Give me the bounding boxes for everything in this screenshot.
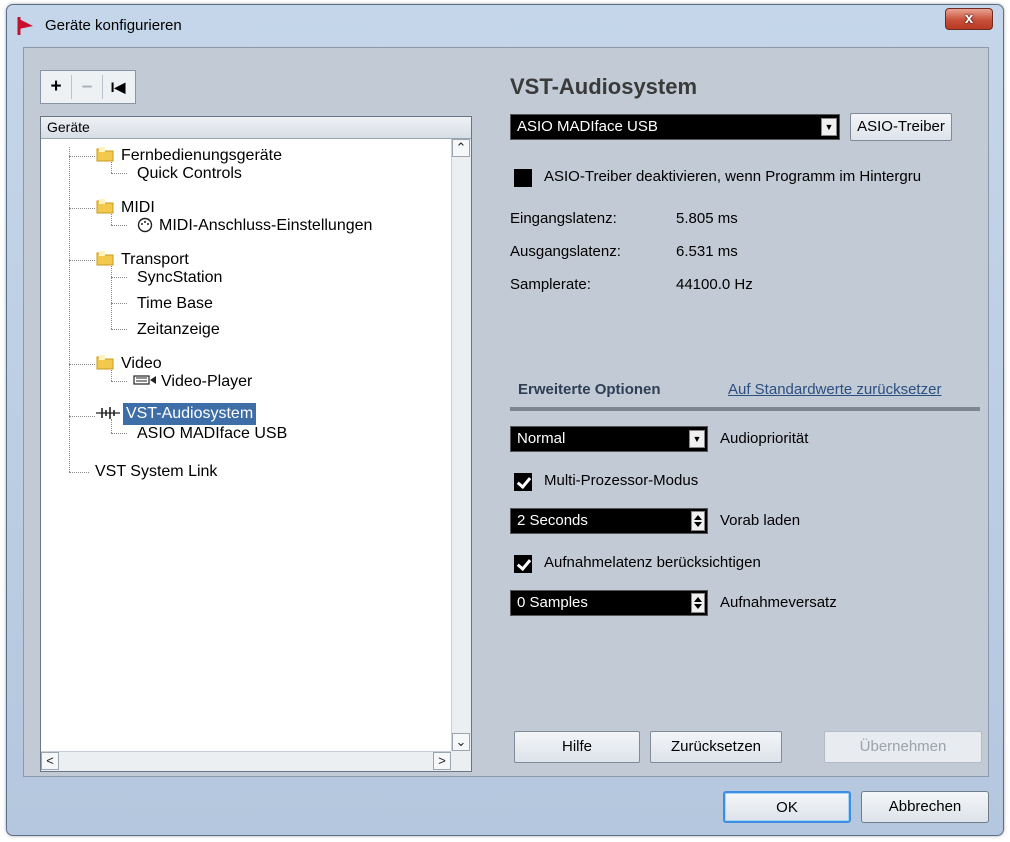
preload-value: 2 Seconds xyxy=(517,512,588,529)
tree-item-label: ASIO MADIface USB xyxy=(137,425,288,442)
dialog-content: + – I◀ Geräte Fernbedienungsgeräte Quick… xyxy=(23,47,989,777)
record-offset-label: Aufnahmeversatz xyxy=(720,594,837,611)
close-button[interactable]: x xyxy=(945,8,993,30)
audio-priority-select[interactable]: Normal ▼ xyxy=(510,426,708,452)
tree-connector xyxy=(111,329,127,330)
folder-icon xyxy=(96,355,114,370)
add-device-button[interactable]: + xyxy=(41,71,71,103)
preload-label: Vorab laden xyxy=(720,512,801,529)
chevron-down-icon: ▼ xyxy=(689,430,705,448)
help-button[interactable]: Hilfe xyxy=(514,731,640,763)
asio-driver-button[interactable]: ASIO-Treiber xyxy=(850,113,952,141)
panel-title: VST-Audiosystem xyxy=(510,74,698,99)
tree-item-video-player[interactable]: Video-Player xyxy=(133,371,252,393)
tree-item-syncstation[interactable]: SyncStation xyxy=(137,267,222,289)
tree-item-label: Time Base xyxy=(137,295,213,312)
output-latency-label: Ausgangslatenz: xyxy=(510,243,621,260)
tree-connector xyxy=(111,173,127,174)
tree-item-label: SyncStation xyxy=(137,269,223,286)
apply-button[interactable]: Übernehmen xyxy=(824,731,982,763)
spinner-arrows-icon[interactable] xyxy=(691,593,705,613)
cancel-button[interactable]: Abbrechen xyxy=(861,791,989,823)
tree-item-label: MIDI-Anschluss-Einstellungen xyxy=(159,217,373,234)
multiprocessor-label: Multi-Prozessor-Modus xyxy=(544,472,699,489)
asio-driver-value: ASIO MADIface USB xyxy=(517,118,658,135)
device-tree: Fernbedienungsgeräte Quick Controls MIDI… xyxy=(41,139,451,751)
tree-connector xyxy=(111,263,112,329)
tree-connector xyxy=(69,208,95,209)
window-title: Geräte konfigurieren xyxy=(45,17,182,34)
preload-spinner[interactable]: 2 Seconds xyxy=(510,508,708,534)
deactivate-driver-checkbox[interactable] xyxy=(514,169,532,187)
tree-connector xyxy=(111,433,127,434)
remove-device-button[interactable]: – xyxy=(72,71,102,103)
input-latency-value: 5.805 ms xyxy=(676,210,738,227)
tree-connector xyxy=(69,147,70,472)
audio-priority-label: Audiopriorität xyxy=(720,430,809,447)
tree-connector xyxy=(111,303,127,304)
tree-column-header[interactable]: Geräte xyxy=(41,117,471,139)
tree-item-label: Video-Player xyxy=(161,373,253,390)
audio-priority-value: Normal xyxy=(517,430,566,447)
folder-icon xyxy=(96,251,114,266)
title-bar: Geräte konfigurieren x xyxy=(7,5,1003,47)
midi-port-icon xyxy=(137,217,153,233)
tree-item-label: VST-Audiosystem xyxy=(123,403,257,425)
ok-button[interactable]: OK xyxy=(723,791,851,823)
record-offset-spinner[interactable]: 0 Samples xyxy=(510,590,708,616)
samplerate-value: 44100.0 Hz xyxy=(676,276,753,293)
app-logo-icon xyxy=(17,17,33,35)
tree-connector xyxy=(111,381,127,382)
tree-horizontal-scrollbar[interactable]: < > xyxy=(41,751,451,771)
reset-defaults-link[interactable]: Auf Standardwerte zurücksetzer xyxy=(728,381,941,398)
tree-vertical-scrollbar[interactable]: ⌃ ⌄ xyxy=(451,139,471,751)
audio-icon xyxy=(96,407,120,419)
tree-item-vst-system-link[interactable]: VST System Link xyxy=(95,461,217,483)
device-tree-panel: Geräte Fernbedienungsgeräte Quick Contro… xyxy=(40,116,472,772)
tree-connector xyxy=(111,277,127,278)
tree-connector xyxy=(111,225,127,226)
scroll-left-button[interactable]: < xyxy=(41,752,59,770)
tree-item-quick-controls[interactable]: Quick Controls xyxy=(137,163,242,185)
tab-underline xyxy=(510,407,980,411)
tree-toolbar: + – I◀ xyxy=(40,70,136,104)
scroll-up-button[interactable]: ⌃ xyxy=(452,139,470,157)
tree-connector xyxy=(69,364,95,365)
tree-item-label: VST System Link xyxy=(95,463,218,480)
reset-device-button[interactable]: I◀ xyxy=(103,71,133,103)
scrollbar-corner xyxy=(451,751,471,771)
folder-icon xyxy=(96,199,114,214)
folder-icon xyxy=(96,147,114,162)
tree-item-midi-port-settings[interactable]: MIDI-Anschluss-Einstellungen xyxy=(137,215,372,237)
record-offset-value: 0 Samples xyxy=(517,594,588,611)
record-latency-checkbox[interactable] xyxy=(514,555,532,573)
deactivate-driver-label: ASIO-Treiber deaktivieren, wenn Programm… xyxy=(544,168,922,185)
tab-advanced-options[interactable]: Erweiterte Optionen xyxy=(518,381,661,398)
tree-item-label: Quick Controls xyxy=(137,165,242,182)
scroll-right-button[interactable]: > xyxy=(433,752,451,770)
output-latency-value: 6.531 ms xyxy=(676,243,738,260)
scroll-down-button[interactable]: ⌄ xyxy=(452,733,470,751)
multiprocessor-checkbox[interactable] xyxy=(514,473,532,491)
tree-item-label: Zeitanzeige xyxy=(137,321,220,338)
dialog-window: Geräte konfigurieren x + – I◀ Geräte Fer… xyxy=(6,4,1004,836)
reset-button[interactable]: Zurücksetzen xyxy=(650,731,782,763)
input-latency-label: Eingangslatenz: xyxy=(510,210,617,227)
tree-item-asio-madiface-usb[interactable]: ASIO MADIface USB xyxy=(137,423,287,445)
record-latency-label: Aufnahmelatenz berücksichtigen xyxy=(544,554,761,571)
tree-item-vst-audiosystem[interactable]: VST-Audiosystem xyxy=(95,403,257,425)
spinner-arrows-icon[interactable] xyxy=(691,511,705,531)
tree-connector xyxy=(69,260,95,261)
tree-connector xyxy=(69,416,95,417)
tree-connector xyxy=(69,156,95,157)
tree-connector xyxy=(69,472,89,473)
samplerate-label: Samplerate: xyxy=(510,276,591,293)
video-player-icon xyxy=(133,375,156,385)
tree-item-time-base[interactable]: Time Base xyxy=(137,293,213,315)
chevron-down-icon: ▼ xyxy=(821,118,837,136)
tree-item-zeitanzeige[interactable]: Zeitanzeige xyxy=(137,319,220,341)
asio-driver-select[interactable]: ASIO MADIface USB ▼ xyxy=(510,114,840,140)
